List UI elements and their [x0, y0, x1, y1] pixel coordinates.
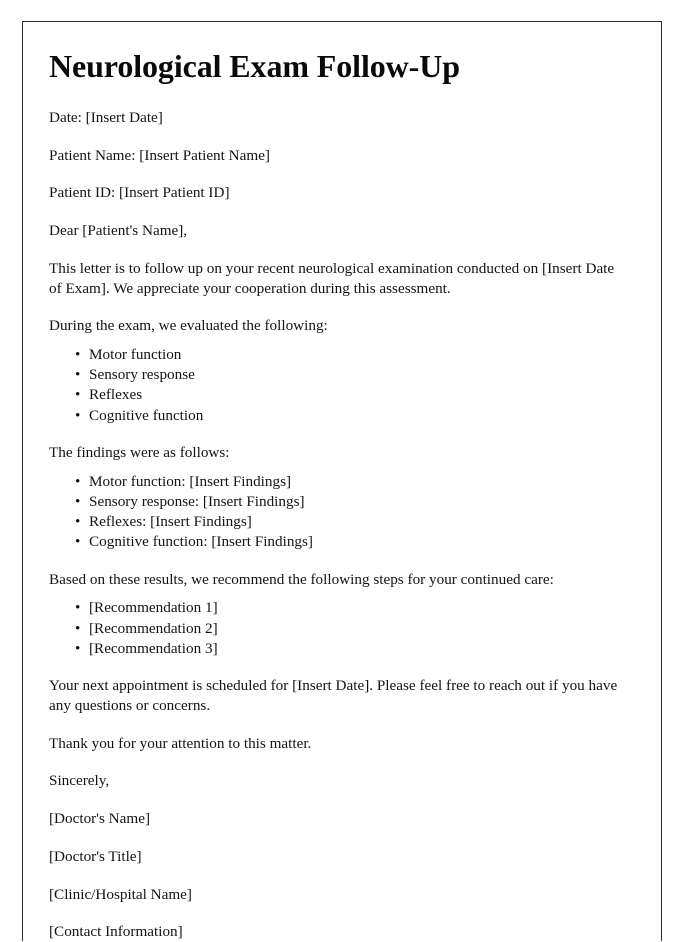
page-title: Neurological Exam Follow-Up [49, 48, 460, 84]
salutation: Dear [Patient's Name], [49, 222, 188, 239]
bullet-icon: • [75, 639, 81, 657]
bullet-icon: • [75, 619, 81, 637]
list-item: • [Recommendation 1] [49, 599, 623, 617]
bullet-icon: • [75, 346, 81, 363]
findings-lead-in: The findings were as follows: [49, 443, 230, 461]
bullet-icon: • [75, 599, 81, 617]
evaluated-lead-in: During the exam, we evaluated the follow… [49, 317, 328, 335]
intro-paragraph: This letter is to follow up on your rece… [49, 259, 615, 297]
recommendations-lead-in: Based on these results, we recommend the… [49, 570, 554, 588]
findings-list: • Motor function: [Insert Findings] • Se… [49, 473, 623, 552]
thanks-paragraph: Thank you for your attention to this mat… [49, 734, 312, 752]
list-item: • Sensory response: [Insert Findings] [49, 493, 623, 511]
list-item-label: Sensory response: [Insert Findings] [89, 492, 305, 510]
list-item: • [Recommendation 3] [49, 640, 623, 658]
appointment-paragraph: Your next appointment is scheduled for [… [49, 677, 618, 714]
list-item-label: [Recommendation 3] [89, 639, 218, 657]
list-item-label: Reflexes: [Insert Findings] [89, 513, 252, 531]
list-item-label: Cognitive function [89, 406, 204, 424]
list-item-label: Cognitive function: [Insert Findings] [89, 533, 313, 551]
list-item-label: Motor function: [Insert Findings] [89, 472, 292, 490]
bullet-icon: • [75, 513, 81, 531]
bullet-icon: • [75, 386, 81, 404]
signature-doctor-title: [Doctor's Title] [49, 847, 142, 865]
list-item: • Cognitive function [49, 407, 623, 425]
bullet-icon: • [75, 472, 81, 490]
list-item-label: Motor function [89, 346, 182, 363]
list-item: • Reflexes: [Insert Findings] [49, 513, 623, 531]
list-item-label: [Recommendation 2] [89, 619, 218, 637]
list-item: • Reflexes [49, 386, 623, 404]
list-item-label: Reflexes [89, 386, 143, 404]
field-patient-id: Patient ID: [Insert Patient ID] [49, 184, 230, 202]
signature-doctor-name: [Doctor's Name] [49, 810, 150, 828]
closing: Sincerely, [49, 772, 110, 790]
recommendations-list: • [Recommendation 1] • [Recommendation 2… [49, 599, 623, 658]
list-item-label: Sensory response [89, 366, 195, 384]
signature-contact-information: [Contact Information] [49, 923, 183, 941]
list-item: • Sensory response [49, 366, 623, 384]
signature-clinic-name: [Clinic/Hospital Name] [49, 885, 192, 903]
field-date: Date: [Insert Date] [49, 108, 163, 126]
bullet-icon: • [75, 492, 81, 510]
document-page: Neurological Exam Follow-Up Date: [Inser… [22, 21, 662, 941]
list-item: • [Recommendation 2] [49, 620, 623, 638]
evaluated-list: • Motor function • Sensory response • Re… [49, 346, 623, 425]
list-item-label: [Recommendation 1] [89, 599, 218, 617]
bullet-icon: • [75, 366, 81, 384]
list-item: • Motor function [49, 346, 623, 364]
field-patient-name: Patient Name: [Insert Patient Name] [49, 146, 270, 164]
list-item: • Cognitive function: [Insert Findings] [49, 533, 623, 551]
bullet-icon: • [75, 533, 81, 551]
list-item: • Motor function: [Insert Findings] [49, 473, 623, 491]
bullet-icon: • [75, 406, 81, 424]
